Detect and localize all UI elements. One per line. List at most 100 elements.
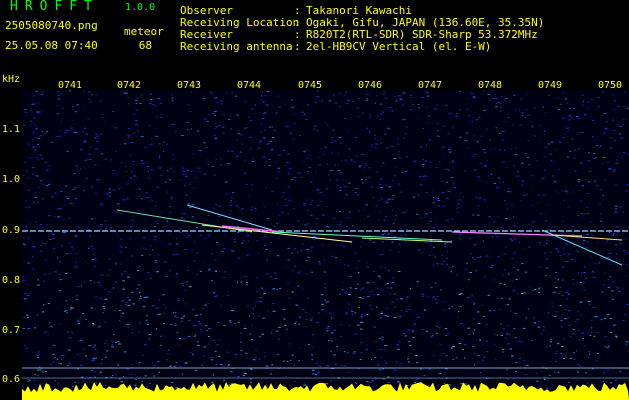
noise-speck xyxy=(590,332,593,333)
noise-speck xyxy=(47,215,51,217)
noise-speck xyxy=(353,161,356,163)
noise-speck xyxy=(289,168,292,169)
noise-speck xyxy=(128,227,132,229)
spectrogram-background xyxy=(22,90,629,400)
noise-speck xyxy=(554,353,557,354)
noise-speck xyxy=(221,126,225,128)
noise-speck xyxy=(561,346,564,347)
noise-speck xyxy=(489,99,491,101)
noise-speck xyxy=(51,233,53,235)
noise-speck xyxy=(317,204,319,206)
noise-speck xyxy=(391,241,394,243)
noise-speck xyxy=(264,104,267,106)
noise-speck xyxy=(544,130,546,132)
noise-speck xyxy=(108,291,111,293)
noise-speck xyxy=(421,295,424,297)
noise-speck xyxy=(239,354,242,356)
noise-speck xyxy=(35,128,38,130)
noise-speck xyxy=(341,289,344,291)
noise-speck xyxy=(70,127,74,129)
noise-speck xyxy=(254,357,257,359)
noise-speck xyxy=(237,322,240,323)
noise-speck xyxy=(286,360,289,362)
noise-speck xyxy=(304,150,308,152)
noise-speck xyxy=(481,304,483,306)
noise-speck xyxy=(329,170,333,172)
noise-speck xyxy=(346,127,348,129)
noise-speck xyxy=(303,113,306,115)
noise-speck xyxy=(330,350,332,352)
noise-speck xyxy=(531,127,533,129)
noise-speck xyxy=(57,362,60,364)
noise-speck xyxy=(379,139,382,140)
noise-speck xyxy=(458,311,460,313)
noise-speck xyxy=(445,368,448,370)
noise-speck xyxy=(302,309,305,310)
noise-speck xyxy=(74,261,77,263)
noise-speck xyxy=(391,301,394,303)
noise-speck xyxy=(186,169,190,171)
noise-speck xyxy=(170,324,172,326)
noise-speck xyxy=(612,234,615,236)
noise-speck xyxy=(338,136,342,138)
noise-speck xyxy=(442,125,446,127)
noise-speck xyxy=(135,379,138,381)
noise-speck xyxy=(570,336,572,338)
noise-speck xyxy=(490,148,492,150)
noise-speck xyxy=(360,328,363,330)
noise-speck xyxy=(28,292,31,294)
noise-speck xyxy=(220,164,222,166)
noise-speck xyxy=(240,134,243,136)
noise-speck xyxy=(196,252,199,254)
noise-speck xyxy=(538,320,540,322)
noise-speck xyxy=(199,171,202,173)
noise-speck xyxy=(212,113,215,115)
noise-speck xyxy=(153,365,157,367)
noise-speck xyxy=(174,323,176,325)
noise-speck xyxy=(76,298,78,300)
noise-speck xyxy=(62,231,64,233)
noise-speck xyxy=(272,288,276,290)
noise-speck xyxy=(621,123,625,125)
noise-speck xyxy=(94,164,97,166)
noise-speck xyxy=(315,362,319,364)
noise-speck xyxy=(439,343,442,345)
noise-speck xyxy=(354,252,357,254)
noise-speck xyxy=(187,129,189,130)
noise-speck xyxy=(466,108,468,110)
noise-speck xyxy=(499,282,502,284)
noise-speck xyxy=(158,299,161,301)
noise-speck xyxy=(564,354,566,356)
noise-speck xyxy=(493,279,495,281)
noise-speck xyxy=(205,147,208,149)
noise-speck xyxy=(485,324,488,326)
noise-speck xyxy=(502,161,505,163)
noise-speck xyxy=(36,374,39,376)
noise-speck xyxy=(33,123,35,125)
noise-speck xyxy=(446,219,449,221)
noise-speck xyxy=(112,341,115,343)
noise-speck xyxy=(128,128,131,129)
noise-speck xyxy=(295,321,297,323)
noise-speck xyxy=(445,264,448,266)
noise-speck xyxy=(495,103,497,105)
noise-speck xyxy=(181,170,185,172)
noise-speck xyxy=(256,277,258,279)
noise-speck xyxy=(244,352,248,354)
noise-speck xyxy=(577,329,580,331)
noise-speck xyxy=(75,295,79,296)
noise-speck xyxy=(337,170,341,172)
noise-speck xyxy=(482,240,484,242)
noise-speck xyxy=(160,241,162,243)
noise-speck xyxy=(265,273,269,275)
noise-speck xyxy=(261,287,263,289)
noise-speck xyxy=(604,179,607,181)
noise-speck xyxy=(613,324,616,326)
noise-speck xyxy=(576,350,577,352)
noise-speck xyxy=(405,126,408,128)
noise-speck xyxy=(53,216,56,218)
noise-speck xyxy=(485,199,487,201)
noise-speck xyxy=(291,270,294,272)
noise-speck xyxy=(556,148,557,150)
noise-speck xyxy=(149,278,152,280)
